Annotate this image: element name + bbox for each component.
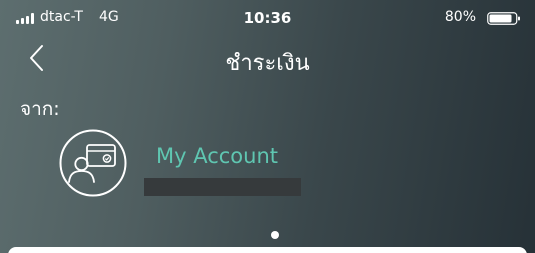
page-title: ชำระเงิน	[225, 51, 310, 76]
account-name: My Account	[156, 144, 279, 168]
payment-screen: dtac-T 4G 10:36 80% ชำระเงิน จาก: My Acc…	[0, 0, 535, 253]
battery-icon	[487, 12, 520, 25]
content-card-edge	[8, 247, 527, 253]
battery-percent: 80%	[444, 9, 476, 25]
pagination-dot[interactable]	[271, 231, 279, 239]
source-account-item[interactable]: My Account	[58, 128, 318, 200]
from-label: จาก:	[20, 98, 60, 120]
redacted-account-number	[144, 178, 301, 196]
card-user-icon	[59, 129, 127, 197]
status-bar: dtac-T 4G 10:36 80%	[0, 0, 535, 38]
